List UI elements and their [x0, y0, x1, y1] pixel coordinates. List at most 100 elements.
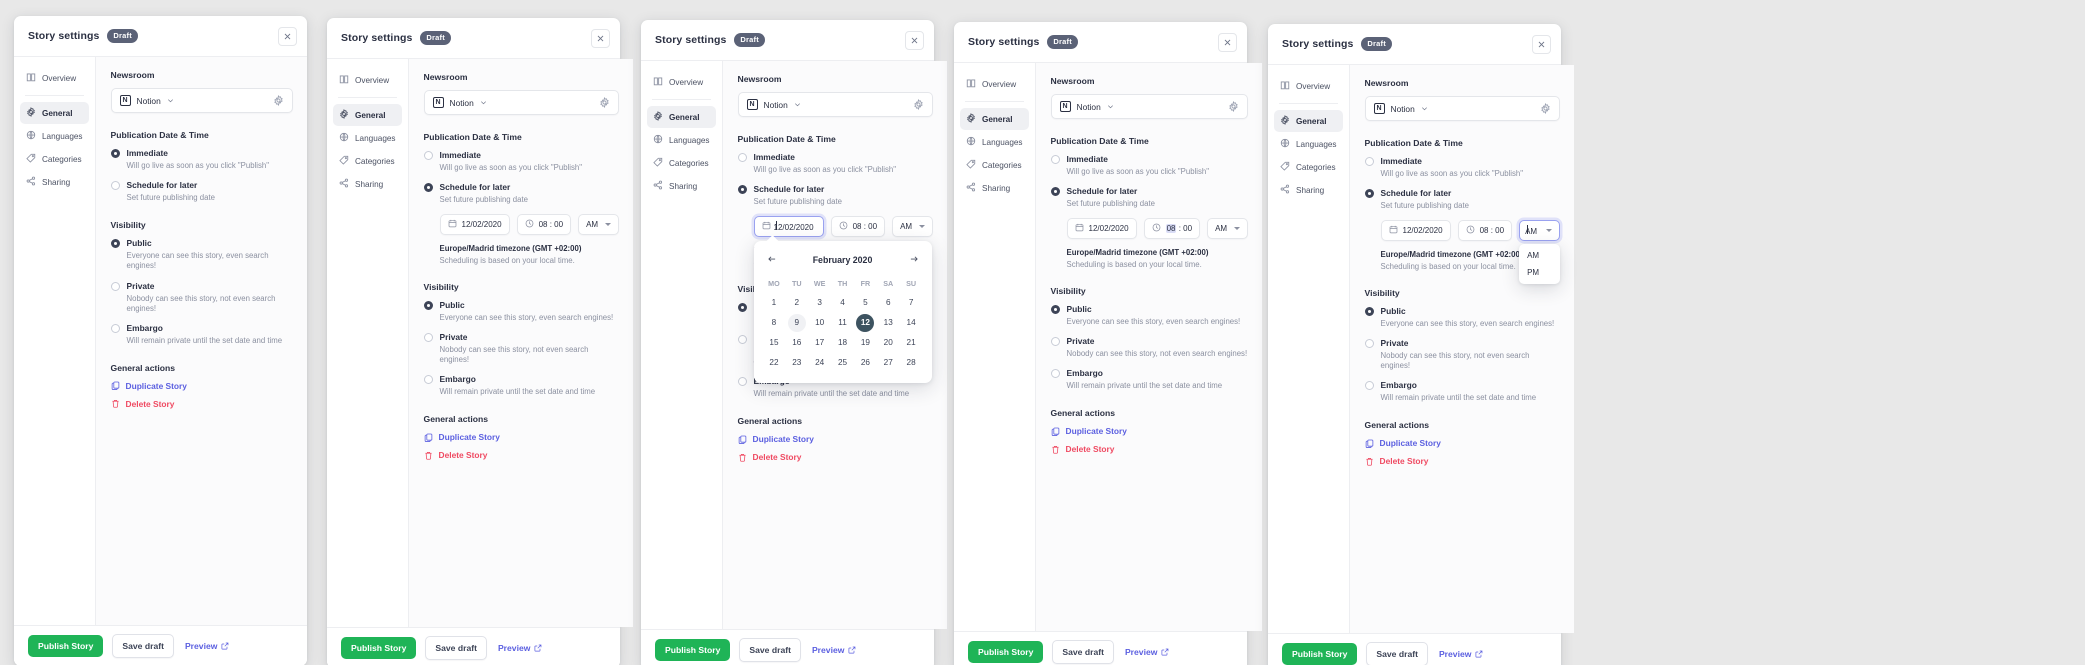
sidebar-item-categories[interactable]: Categories: [960, 154, 1029, 176]
publication-radio-1[interactable]: [110, 181, 120, 191]
sidebar-item-sharing[interactable]: Sharing: [1274, 179, 1343, 201]
visibility-option-1[interactable]: Private Nobody can see this story, not e…: [1050, 336, 1249, 359]
delete-story-link[interactable]: Delete Story: [738, 452, 934, 462]
preview-button[interactable]: Preview: [183, 637, 232, 655]
publish-story-button[interactable]: Publish Story: [655, 639, 731, 661]
preview-button[interactable]: Preview: [1123, 643, 1172, 661]
newsroom-select[interactable]: N Notion: [737, 92, 934, 117]
calendar-day-22[interactable]: 22: [765, 354, 783, 372]
calendar-day-3[interactable]: 3: [811, 294, 829, 312]
publication-option-0[interactable]: Immediate Will go live as soon as you cl…: [1364, 156, 1561, 179]
calendar-day-11[interactable]: 11: [834, 314, 852, 332]
visibility-radio-0[interactable]: [1050, 304, 1060, 314]
visibility-option-2[interactable]: Embargo Will remain private until the se…: [1364, 380, 1561, 403]
publication-radio-1[interactable]: [1050, 187, 1060, 197]
calendar-day-2[interactable]: 2: [788, 294, 806, 312]
delete-story-link[interactable]: Delete Story: [1051, 444, 1249, 454]
meridiem-select[interactable]: AM: [1207, 218, 1249, 240]
publication-radio-1[interactable]: [1364, 189, 1374, 199]
publish-story-button[interactable]: Publish Story: [341, 637, 417, 659]
visibility-radio-1[interactable]: [423, 332, 433, 342]
preview-button[interactable]: Preview: [496, 639, 545, 657]
sidebar-item-general[interactable]: General: [333, 104, 402, 126]
newsroom-settings-icon[interactable]: [599, 97, 610, 108]
visibility-option-2[interactable]: Embargo Will remain private until the se…: [110, 323, 293, 346]
sidebar-item-languages[interactable]: Languages: [960, 131, 1029, 153]
visibility-option-0[interactable]: Public Everyone can see this story, even…: [423, 300, 620, 323]
newsroom-select[interactable]: N Notion: [110, 88, 293, 113]
visibility-option-1[interactable]: Private Nobody can see this story, not e…: [110, 281, 293, 314]
publication-option-0[interactable]: Immediate Will go live as soon as you cl…: [423, 150, 620, 173]
calendar-day-16[interactable]: 16: [788, 334, 806, 352]
visibility-radio-2[interactable]: [1050, 369, 1060, 378]
visibility-option-0[interactable]: Public Everyone can see this story, even…: [110, 238, 293, 271]
newsroom-select[interactable]: N Notion: [1050, 94, 1249, 119]
sidebar-item-categories[interactable]: Categories: [647, 152, 716, 174]
newsroom-select[interactable]: N Notion: [423, 90, 620, 115]
calendar-day-25[interactable]: 25: [834, 354, 852, 372]
publication-radio-0[interactable]: [423, 151, 433, 160]
delete-story-link[interactable]: Delete Story: [1365, 456, 1561, 466]
calendar-day-26[interactable]: 26: [856, 354, 874, 372]
sidebar-item-categories[interactable]: Categories: [333, 150, 402, 172]
visibility-radio-2[interactable]: [1364, 381, 1374, 391]
hour-segment[interactable]: 08: [1165, 224, 1177, 234]
sidebar-item-general[interactable]: General: [1274, 110, 1343, 132]
visibility-option-1[interactable]: Private Nobody can see this story, not e…: [1364, 338, 1561, 371]
visibility-radio-2[interactable]: [423, 375, 433, 385]
calendar-day-10[interactable]: 10: [811, 314, 829, 332]
time-input[interactable]: 08 : 00: [830, 216, 886, 238]
meridiem-option-am[interactable]: AM: [1519, 247, 1560, 264]
publish-story-button[interactable]: Publish Story: [1282, 643, 1358, 665]
calendar-day-8[interactable]: 8: [765, 314, 783, 332]
newsroom-settings-icon[interactable]: [1228, 101, 1239, 112]
newsroom-settings-icon[interactable]: [1540, 103, 1551, 114]
date-input[interactable]: 12/02/2020: [1066, 218, 1137, 240]
sidebar-item-general[interactable]: General: [960, 108, 1029, 130]
publication-radio-0[interactable]: [1050, 155, 1060, 164]
hour-segment[interactable]: 08: [853, 222, 862, 231]
save-draft-button[interactable]: Save draft: [1052, 640, 1114, 664]
close-button[interactable]: [905, 31, 924, 50]
publication-radio-0[interactable]: [1364, 157, 1374, 166]
sidebar-item-overview[interactable]: Overview: [20, 67, 89, 89]
calendar-day-1[interactable]: 1: [765, 294, 783, 312]
save-draft-button[interactable]: Save draft: [1366, 642, 1428, 665]
sidebar-item-overview[interactable]: Overview: [647, 71, 716, 93]
publish-story-button[interactable]: Publish Story: [28, 635, 104, 657]
publication-radio-1[interactable]: [423, 183, 433, 193]
calendar-day-28[interactable]: 28: [902, 354, 920, 372]
minute-segment[interactable]: 00: [1183, 224, 1192, 233]
sidebar-item-categories[interactable]: Categories: [20, 148, 89, 170]
calendar-day-15[interactable]: 15: [765, 334, 783, 352]
visibility-radio-1[interactable]: [1364, 338, 1374, 348]
preview-button[interactable]: Preview: [1437, 645, 1486, 663]
visibility-option-2[interactable]: Embargo Will remain private until the se…: [423, 374, 620, 397]
sidebar-item-sharing[interactable]: Sharing: [333, 173, 402, 195]
publication-option-0[interactable]: Immediate Will go live as soon as you cl…: [110, 148, 293, 171]
delete-story-link[interactable]: Delete Story: [424, 450, 620, 460]
minute-segment[interactable]: 00: [1495, 226, 1504, 235]
time-input[interactable]: 08 : 00: [1457, 220, 1513, 242]
close-button[interactable]: [1532, 35, 1551, 54]
publication-option-1[interactable]: Schedule for later Set future publishing…: [737, 184, 934, 207]
publication-option-1[interactable]: Schedule for later Set future publishing…: [1364, 188, 1561, 211]
meridiem-option-pm[interactable]: PM: [1519, 264, 1560, 281]
sidebar-item-overview[interactable]: Overview: [333, 69, 402, 91]
meridiem-select[interactable]: AM: [578, 214, 620, 236]
visibility-radio-0[interactable]: [110, 239, 120, 249]
duplicate-story-link[interactable]: Duplicate Story: [1051, 426, 1249, 436]
calendar-day-12[interactable]: 12: [856, 314, 875, 333]
sidebar-item-sharing[interactable]: Sharing: [647, 175, 716, 197]
calendar-day-9[interactable]: 9: [787, 314, 806, 333]
sidebar-item-languages[interactable]: Languages: [647, 129, 716, 151]
calendar-day-7[interactable]: 7: [902, 294, 920, 312]
publish-story-button[interactable]: Publish Story: [968, 641, 1044, 663]
save-draft-button[interactable]: Save draft: [739, 638, 801, 662]
visibility-option-0[interactable]: Public Everyone can see this story, even…: [1050, 304, 1249, 327]
visibility-option-0[interactable]: Public Everyone can see this story, even…: [1364, 306, 1561, 329]
publication-option-1[interactable]: Schedule for later Set future publishing…: [1050, 186, 1249, 209]
hour-segment[interactable]: 08: [539, 220, 548, 229]
sidebar-item-sharing[interactable]: Sharing: [20, 171, 89, 193]
calendar-day-24[interactable]: 24: [811, 354, 829, 372]
